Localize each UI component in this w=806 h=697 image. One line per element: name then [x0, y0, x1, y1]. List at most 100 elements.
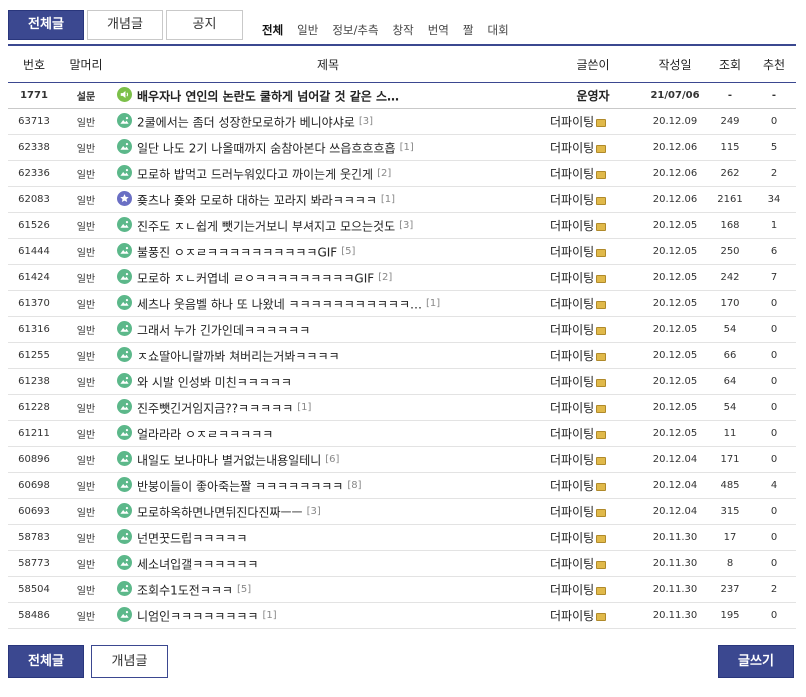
post-writer[interactable]: 더파이팅	[544, 420, 642, 447]
table-row[interactable]: 58486 일반 니엄인ㅋㅋㅋㅋㅋㅋㅋㅋ [1] 더파이팅 20.11.30 195 0	[8, 602, 796, 629]
post-subject[interactable]: 죶츠나 죶와 모로하 대하는 꼬라지 봐라ㅋㅋㅋㅋ [1]	[112, 186, 544, 213]
reply-count[interactable]: [1]	[426, 298, 440, 309]
post-title[interactable]: 모로하 ㅈㄴ커엽네 ㄹㅇㅋㅋㅋㅋㅋㅋㅋㅋㅋGIF	[137, 271, 374, 285]
post-subject[interactable]: 세츠나 웃음벨 하나 또 나왔네 ㅋㅋㅋㅋㅋㅋㅋㅋㅋㅋㅋ… [1]	[112, 290, 544, 317]
writer-name[interactable]: 더파이팅	[550, 115, 594, 129]
post-title[interactable]: 조회수1도전ㅋㅋㅋ	[137, 583, 233, 597]
table-row[interactable]: 58504 일반 조회수1도전ㅋㅋㅋ [5] 더파이팅 20.11.30 237 2	[8, 576, 796, 603]
post-title[interactable]: ㅈ쇼딸아니랄까봐 쳐버리는거봐ㅋㅋㅋㅋ	[137, 349, 340, 363]
post-subject[interactable]: 진주뺏긴거임지금??ㅋㅋㅋㅋㅋ [1]	[112, 394, 544, 421]
table-row[interactable]: 60896 일반 내일도 보나마나 별거없는내용일테니 [6] 더파이팅 20.12.04…	[8, 446, 796, 473]
post-title[interactable]: 모로하 밥먹고 드러누워있다고 까이는게 웃긴게	[137, 167, 373, 181]
post-writer[interactable]: 더파이팅	[544, 134, 642, 161]
post-subject[interactable]: 배우자나 연인의 논란도 쿨하게 넘어갈 것 같은 스…	[112, 82, 544, 109]
writer-name[interactable]: 더파이팅	[550, 583, 594, 597]
post-subject[interactable]: 모로하 ㅈㄴ커엽네 ㄹㅇㅋㅋㅋㅋㅋㅋㅋㅋㅋGIF [2]	[112, 264, 544, 291]
reply-count[interactable]: [1]	[262, 610, 276, 621]
reply-count[interactable]: [2]	[377, 168, 391, 179]
post-title[interactable]: 배우자나 연인의 논란도 쿨하게 넘어갈 것 같은 스…	[137, 89, 399, 103]
table-row[interactable]: 62336 일반 모로하 밥먹고 드러누워있다고 까이는게 웃긴게 [2] 더파이팅 20…	[8, 160, 796, 187]
table-row[interactable]: 63713 일반 2쿨에서는 좀더 성장한모로하가 베니야샤로 [3] 더파이팅 20.1…	[8, 108, 796, 135]
category-pics[interactable]: 짤	[463, 23, 474, 37]
writer-name[interactable]: 더파이팅	[550, 375, 594, 389]
writer-name[interactable]: 더파이팅	[550, 167, 594, 181]
tab-notice[interactable]: 공지	[166, 10, 243, 40]
post-writer[interactable]: 더파이팅	[544, 108, 642, 135]
post-writer[interactable]: 더파이팅	[544, 602, 642, 629]
table-row[interactable]: 61444 일반 불풍진 ㅇㅈㄹㅋㅋㅋㅋㅋㅋㅋㅋㅋㅋGIF [5] 더파이팅 20.12.…	[8, 238, 796, 265]
writer-name[interactable]: 더파이팅	[550, 297, 594, 311]
table-row[interactable]: 60698 일반 반붕이들이 좋아죽는짤 ㅋㅋㅋㅋㅋㅋㅋㅋ [8] 더파이팅 20.12.…	[8, 472, 796, 499]
table-row[interactable]: 61211 일반 얼라라라 ㅇㅈㄹㅋㅋㅋㅋㅋ 더파이팅 20.12.05 11 0	[8, 420, 796, 447]
post-title[interactable]: 반붕이들이 좋아죽는짤 ㅋㅋㅋㅋㅋㅋㅋㅋ	[137, 479, 343, 493]
write-button[interactable]: 글쓰기	[718, 645, 794, 678]
post-subject[interactable]: 모로하옥하면나면뒤진다진짜ㅡㅡ [3]	[112, 498, 544, 525]
post-subject[interactable]: 얼라라라 ㅇㅈㄹㅋㅋㅋㅋㅋ	[112, 420, 544, 447]
reply-count[interactable]: [8]	[347, 480, 361, 491]
post-subject[interactable]: 넌면꿋드립ㅋㅋㅋㅋㅋ	[112, 524, 544, 551]
category-contest[interactable]: 대회	[487, 23, 508, 37]
tab-all-posts[interactable]: 전체글	[8, 10, 84, 40]
post-subject[interactable]: 모로하 밥먹고 드러누워있다고 까이는게 웃긴게 [2]	[112, 160, 544, 187]
writer-name[interactable]: 더파이팅	[550, 453, 594, 467]
post-title[interactable]: 불풍진 ㅇㅈㄹㅋㅋㅋㅋㅋㅋㅋㅋㅋㅋGIF	[137, 245, 337, 259]
reply-count[interactable]: [3]	[307, 506, 321, 517]
post-writer[interactable]: 더파이팅	[544, 472, 642, 499]
reply-count[interactable]: [5]	[237, 584, 251, 595]
post-subject[interactable]: 세소녀입갤ㅋㅋㅋㅋㅋㅋ	[112, 550, 544, 577]
post-writer[interactable]: 더파이팅	[544, 498, 642, 525]
writer-name[interactable]: 더파이팅	[550, 427, 594, 441]
all-posts-button[interactable]: 전체글	[8, 645, 84, 678]
post-subject[interactable]: 진주도 ㅈㄴ쉽게 뺏기는거보니 부셔지고 모으는것도 [3]	[112, 212, 544, 239]
reply-count[interactable]: [6]	[325, 454, 339, 465]
table-row[interactable]: 58783 일반 넌면꿋드립ㅋㅋㅋㅋㅋ 더파이팅 20.11.30 17 0	[8, 524, 796, 551]
post-writer[interactable]: 더파이팅	[544, 524, 642, 551]
category-all[interactable]: 전체	[262, 23, 283, 37]
post-subject[interactable]: 내일도 보나마나 별거없는내용일테니 [6]	[112, 446, 544, 473]
category-info[interactable]: 정보/추측	[332, 23, 378, 37]
post-title[interactable]: 그래서 누가 긴가인데ㅋㅋㅋㅋㅋㅋ	[137, 323, 310, 337]
reply-count[interactable]: [1]	[400, 142, 414, 153]
post-title[interactable]: 내일도 보나마나 별거없는내용일테니	[137, 453, 321, 467]
table-row[interactable]: 61526 일반 진주도 ㅈㄴ쉽게 뺏기는거보니 부셔지고 모으는것도 [3] 더파이팅…	[8, 212, 796, 239]
post-subject[interactable]: 일단 나도 2기 나올때까지 숨참아본다 쓰읍흐흐흐흡 [1]	[112, 134, 544, 161]
writer-name[interactable]: 더파이팅	[550, 323, 594, 337]
post-title[interactable]: 니엄인ㅋㅋㅋㅋㅋㅋㅋㅋ	[137, 609, 258, 623]
post-writer[interactable]: 더파이팅	[544, 212, 642, 239]
post-writer[interactable]: 더파이팅	[544, 342, 642, 369]
reply-count[interactable]: [2]	[378, 272, 392, 283]
table-row[interactable]: 61424 일반 모로하 ㅈㄴ커엽네 ㄹㅇㅋㅋㅋㅋㅋㅋㅋㅋㅋGIF [2] 더파이팅 20…	[8, 264, 796, 291]
category-translation[interactable]: 번역	[428, 23, 449, 37]
writer-name[interactable]: 더파이팅	[550, 349, 594, 363]
post-title[interactable]: 세소녀입갤ㅋㅋㅋㅋㅋㅋ	[137, 557, 258, 571]
post-title[interactable]: 얼라라라 ㅇㅈㄹㅋㅋㅋㅋㅋ	[137, 427, 273, 441]
post-writer[interactable]: 더파이팅	[544, 368, 642, 395]
reply-count[interactable]: [1]	[381, 194, 395, 205]
table-row[interactable]: 58773 일반 세소녀입갤ㅋㅋㅋㅋㅋㅋ 더파이팅 20.11.30 8 0	[8, 550, 796, 577]
post-writer[interactable]: 더파이팅	[544, 264, 642, 291]
post-subject[interactable]: 와 시발 인성봐 미친ㅋㅋㅋㅋㅋ	[112, 368, 544, 395]
category-creation[interactable]: 창작	[393, 23, 414, 37]
writer-name[interactable]: 더파이팅	[550, 219, 594, 233]
post-title[interactable]: 모로하옥하면나면뒤진다진짜ㅡㅡ	[137, 505, 303, 519]
concept-posts-button[interactable]: 개념글	[91, 645, 168, 678]
reply-count[interactable]: [3]	[359, 116, 373, 127]
post-writer[interactable]: 더파이팅	[544, 446, 642, 473]
writer-name[interactable]: 더파이팅	[550, 245, 594, 259]
post-subject[interactable]: 2쿨에서는 좀더 성장한모로하가 베니야샤로 [3]	[112, 108, 544, 135]
category-general[interactable]: 일반	[297, 23, 318, 37]
post-subject[interactable]: ㅈ쇼딸아니랄까봐 쳐버리는거봐ㅋㅋㅋㅋ	[112, 342, 544, 369]
writer-name[interactable]: 더파이팅	[550, 557, 594, 571]
writer-name[interactable]: 더파이팅	[550, 271, 594, 285]
post-subject[interactable]: 그래서 누가 긴가인데ㅋㅋㅋㅋㅋㅋ	[112, 316, 544, 343]
writer-name[interactable]: 더파이팅	[550, 141, 594, 155]
writer-name[interactable]: 더파이팅	[550, 401, 594, 415]
post-writer[interactable]: 운영자	[544, 82, 642, 109]
post-subject[interactable]: 조회수1도전ㅋㅋㅋ [5]	[112, 576, 544, 603]
reply-count[interactable]: [1]	[297, 402, 311, 413]
table-row[interactable]: 62338 일반 일단 나도 2기 나올때까지 숨참아본다 쓰읍흐흐흐흡 [1] 더파이…	[8, 134, 796, 161]
post-writer[interactable]: 더파이팅	[544, 550, 642, 577]
post-writer[interactable]: 더파이팅	[544, 290, 642, 317]
writer-name[interactable]: 더파이팅	[550, 531, 594, 545]
table-row[interactable]: 62083 일반 죶츠나 죶와 모로하 대하는 꼬라지 봐라ㅋㅋㅋㅋ [1] 더파이팅 2…	[8, 186, 796, 213]
